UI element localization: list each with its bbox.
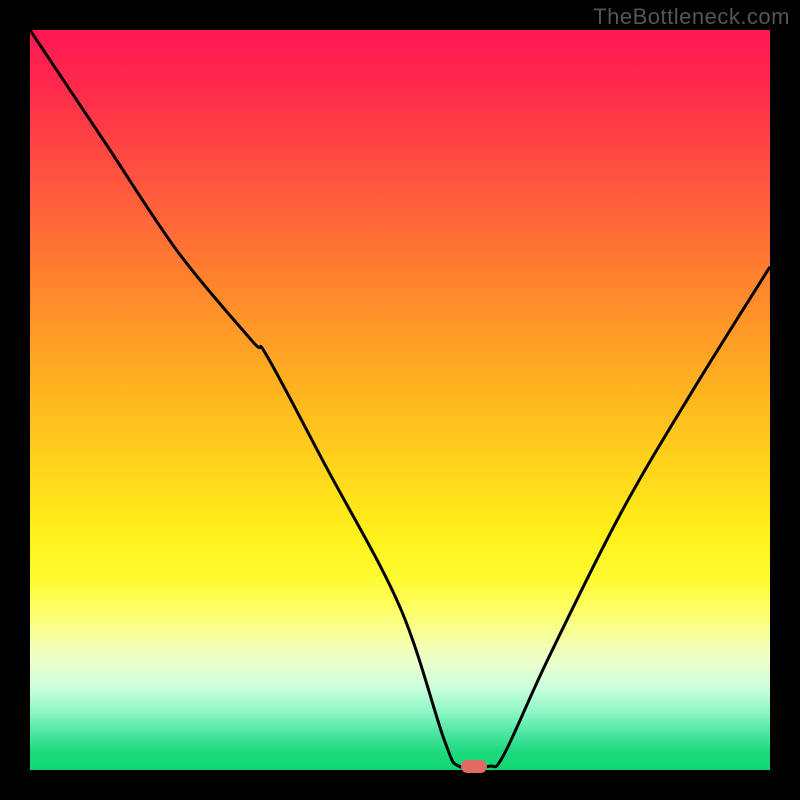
chart-frame: TheBottleneck.com [0, 0, 800, 800]
watermark-text: TheBottleneck.com [593, 4, 790, 30]
plot-area [30, 30, 770, 770]
curve-path [30, 30, 770, 769]
bottleneck-curve [30, 30, 770, 770]
optimal-marker [461, 760, 487, 773]
